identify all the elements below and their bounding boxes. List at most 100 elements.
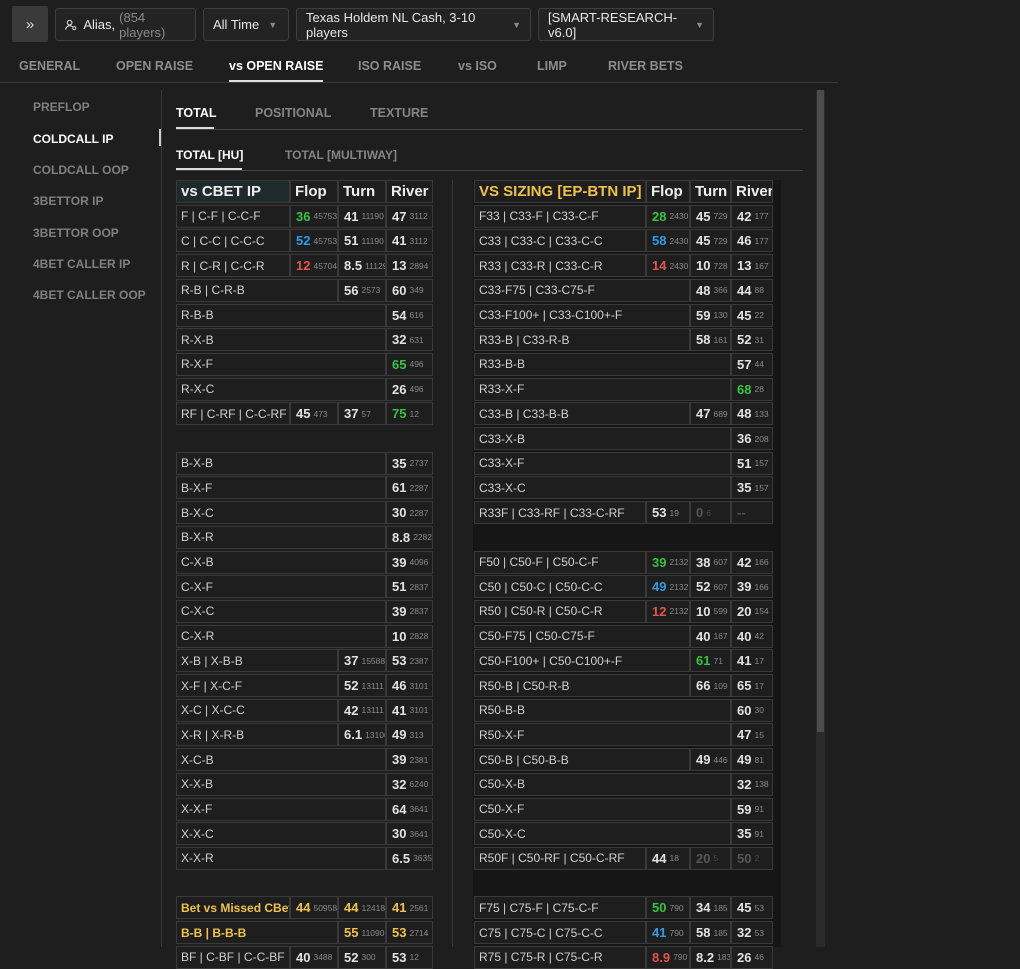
alias-player-count: (854 players) xyxy=(119,9,166,40)
row-label: C50-F100+ | C50-C100+-F xyxy=(474,649,690,673)
stat-value: 8.9 xyxy=(652,949,671,965)
subtab-total-hu[interactable]: TOTAL [HU] xyxy=(176,148,243,162)
stat-value: 35 xyxy=(737,480,752,496)
sidebar-item-preflop[interactable]: PREFLOP xyxy=(33,100,90,114)
sample-size: 728 xyxy=(713,260,728,271)
sample-size: 185 xyxy=(713,902,728,913)
turn-cell: 10 599 xyxy=(690,599,731,623)
sample-size: 2573 xyxy=(361,285,381,296)
sample-size: 2381 xyxy=(409,754,429,765)
stat-value: 39 xyxy=(652,554,667,570)
sample-size: 45753 xyxy=(313,211,338,222)
stat-value: 6.1 xyxy=(344,727,363,743)
sample-size: 154 xyxy=(754,606,769,617)
turn-cell: 47 689 xyxy=(690,402,731,426)
stat-value: 40 xyxy=(696,628,711,644)
tab-iso-raise[interactable]: ISO RAISE xyxy=(358,59,421,73)
sidebar-item-coldcall-ip[interactable]: COLDCALL IP xyxy=(33,132,113,146)
sidebar-item-3bettor-ip[interactable]: 3BETTOR IP xyxy=(33,194,103,208)
stat-value: 48 xyxy=(696,282,711,298)
time-dropdown[interactable]: All Time ▼ xyxy=(203,8,289,41)
river-cell: 36 208 xyxy=(731,427,773,450)
sample-size: 45704 xyxy=(313,260,338,271)
sample-size: 208 xyxy=(754,433,769,444)
row-label: C50-B | C50-B-B xyxy=(474,748,690,772)
stat-value: 41 xyxy=(392,900,407,916)
row-label: R-X-B xyxy=(176,328,386,352)
stat-value: 34 xyxy=(696,900,711,916)
stat-value: 65 xyxy=(392,356,407,372)
stat-value: 39 xyxy=(392,603,407,619)
flop-cell: 28 2430 xyxy=(646,204,690,228)
turn-cell: 45 729 xyxy=(690,204,731,228)
subtab-total-multiway[interactable]: TOTAL [MULTIWAY] xyxy=(285,148,397,162)
subtab-texture[interactable]: TEXTURE xyxy=(370,106,428,120)
tab-limp[interactable]: LIMP xyxy=(537,59,567,73)
stat-value: 36 xyxy=(737,431,752,446)
tab-open-raise[interactable]: OPEN RAISE xyxy=(116,59,193,73)
sample-size: 729 xyxy=(713,235,728,246)
sample-size: 2828 xyxy=(409,631,429,642)
tab-river-bets[interactable]: RIVER BETS xyxy=(608,59,683,73)
alias-selector[interactable]: Alias, (854 players) xyxy=(55,8,196,41)
sample-size: 30 xyxy=(754,705,764,716)
sample-size: 12 xyxy=(409,952,419,963)
row-label: X-X-R xyxy=(176,846,386,870)
turn-cell: 10 728 xyxy=(690,254,731,278)
sidebar-item-4bet-caller-oop[interactable]: 4BET CALLER OOP xyxy=(33,288,146,302)
sample-size: 729 xyxy=(713,211,728,222)
row-label: C50-X-F xyxy=(474,797,731,821)
game-dropdown[interactable]: Texas Holdem NL Cash, 3-10 players ▼ xyxy=(296,8,531,41)
sidebar-item-4bet-caller-ip[interactable]: 4BET CALLER IP xyxy=(33,257,130,271)
river-cell: 46 3101 xyxy=(386,674,433,697)
row-label: R-X-F xyxy=(176,352,386,376)
stat-value: 32 xyxy=(392,776,407,792)
tab-vs-open-raise[interactable]: vs OPEN RAISE xyxy=(229,59,324,82)
river-cell: 41 3101 xyxy=(386,698,433,722)
sidebar-item-coldcall-oop[interactable]: COLDCALL OOP xyxy=(33,163,129,177)
row-label: R50-B | C50-R-B xyxy=(474,674,690,697)
tab-vs-iso[interactable]: vs ISO xyxy=(458,59,497,73)
row-label: R33-B | C33-R-B xyxy=(474,328,690,352)
tab-general[interactable]: GENERAL xyxy=(19,59,80,73)
row-label: B-X-C xyxy=(176,501,386,525)
sample-size: 13111 xyxy=(361,680,384,691)
sample-size: 166 xyxy=(754,557,769,567)
river-cell: 39 4096 xyxy=(386,550,433,574)
time-label: All Time xyxy=(213,17,260,32)
stat-value: 56 xyxy=(344,282,359,298)
row-label: R50-X-F xyxy=(474,723,731,747)
stat-value: 55 xyxy=(344,925,359,940)
subtab-positional[interactable]: POSITIONAL xyxy=(255,106,331,120)
sample-size: 11190 xyxy=(361,235,384,246)
river-cell: 47 15 xyxy=(731,723,773,747)
river-cell: 32 6240 xyxy=(386,772,433,796)
row-label: C33-X-B xyxy=(474,427,731,450)
profile-dropdown[interactable]: [SMART-RESEARCH-v6.0] ▼ xyxy=(538,8,714,41)
sidebar-item-3bettor-oop[interactable]: 3BETTOR OOP xyxy=(33,226,119,240)
stat-value: 10 xyxy=(696,603,711,619)
stat-value: 35 xyxy=(737,826,752,842)
river-cell: 45 22 xyxy=(731,303,773,327)
stat-value: 45 xyxy=(696,208,711,224)
river-cell: 46 177 xyxy=(731,229,773,253)
sample-size: 88 xyxy=(754,285,764,296)
row-label: R50-B-B xyxy=(474,698,731,722)
stat-value: 41 xyxy=(392,233,407,249)
scrollbar-thumb[interactable] xyxy=(817,90,824,732)
sample-size: 45753 xyxy=(313,235,338,246)
stat-value: 53 xyxy=(392,925,407,940)
sample-size: 53 xyxy=(754,927,764,938)
sample-size: 5 xyxy=(713,853,719,864)
flop-cell: 41 790 xyxy=(646,921,690,944)
stat-value: 44 xyxy=(296,900,311,916)
row-label: B-X-B xyxy=(176,451,386,475)
sample-size: 2287 xyxy=(409,482,429,493)
sample-size: 2837 xyxy=(409,606,429,617)
expand-sidebar-button[interactable]: » xyxy=(12,6,48,42)
row-label: B-X-R xyxy=(176,525,386,549)
subtab-total[interactable]: TOTAL xyxy=(176,106,217,120)
row-label: C50-X-B xyxy=(474,772,731,796)
sample-size: 91 xyxy=(754,828,764,839)
stat-value: 49 xyxy=(652,579,667,595)
